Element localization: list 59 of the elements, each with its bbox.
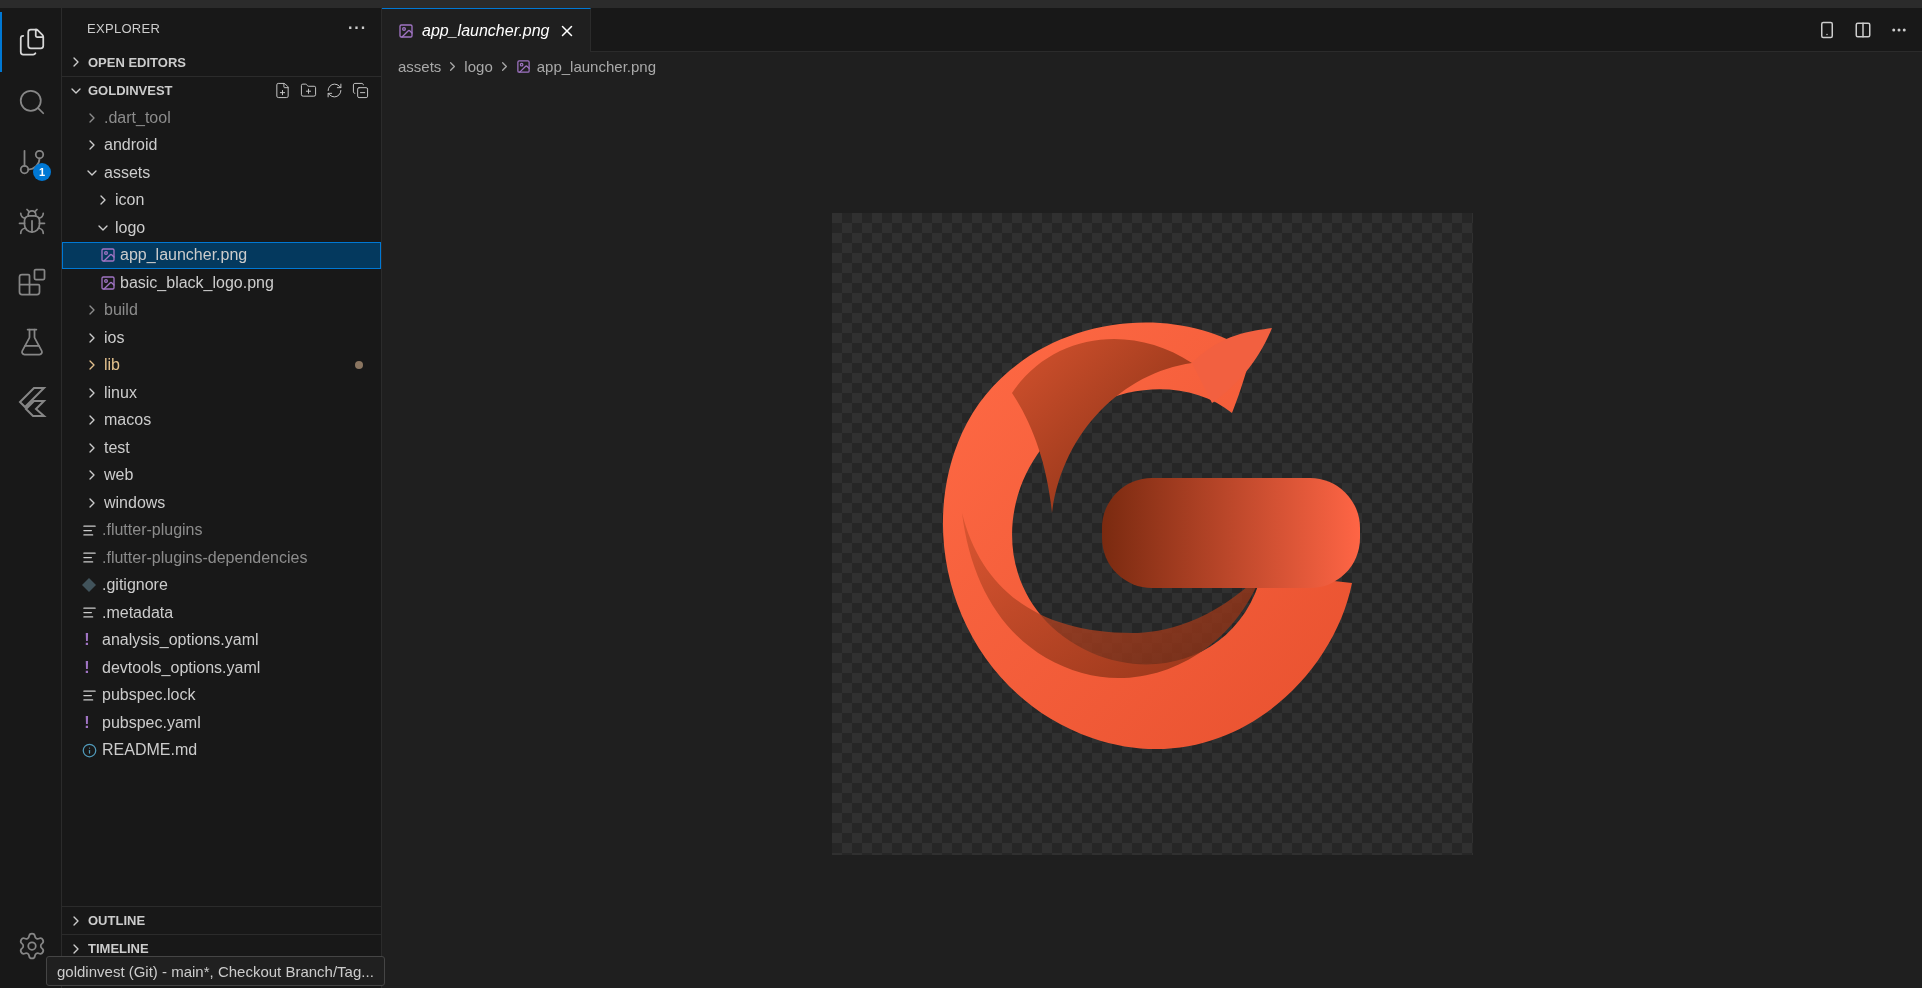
folder-item[interactable]: lib — [62, 351, 381, 379]
folder-item[interactable]: assets — [62, 159, 381, 187]
folder-item[interactable]: icon — [62, 186, 381, 214]
file-item[interactable]: ! devtools_options.yaml — [62, 654, 381, 682]
exclamation-icon: ! — [82, 658, 92, 677]
file-item[interactable]: .flutter-plugins — [62, 516, 381, 544]
folder-item[interactable]: macos — [62, 406, 381, 434]
bug-icon — [16, 207, 47, 237]
image-file-icon — [515, 58, 531, 74]
file-item[interactable]: app_launcher.png — [62, 241, 381, 269]
lines-icon — [82, 522, 97, 538]
new-folder-icon[interactable] — [300, 82, 317, 99]
file-item[interactable]: .metadata — [62, 599, 381, 627]
image-file-icon — [100, 247, 116, 264]
file-item[interactable]: basic_black_logo.png — [62, 269, 381, 297]
image-file-icon — [398, 22, 414, 39]
count-badge: 1 — [33, 163, 51, 181]
folder-item[interactable]: web — [62, 461, 381, 489]
folder-item[interactable]: build — [62, 296, 381, 324]
breadcrumb-item[interactable]: app_launcher.png — [536, 57, 656, 75]
section-title[interactable]: GOLDINVEST — [88, 83, 173, 98]
folder-item[interactable]: windows — [62, 489, 381, 517]
folder-item[interactable]: test — [62, 434, 381, 462]
folder-item[interactable]: .dart_tool — [62, 104, 381, 132]
collapse-icon[interactable] — [352, 82, 369, 99]
file-item[interactable]: ! pubspec.yaml — [62, 709, 381, 737]
section-title[interactable]: OUTLINE — [88, 913, 146, 928]
file-item[interactable]: .flutter-plugins-dependencies — [62, 544, 381, 572]
folder-item[interactable]: android — [62, 131, 381, 159]
lines-icon — [82, 687, 97, 703]
section-title[interactable]: TIMELINE — [88, 941, 149, 956]
phone-icon[interactable] — [1818, 20, 1836, 39]
flutter-icon — [16, 386, 47, 418]
file-item[interactable]: README.md — [62, 736, 381, 764]
folder-item[interactable]: ios — [62, 324, 381, 352]
folder-item[interactable]: linux — [62, 379, 381, 407]
split-icon[interactable] — [1854, 20, 1872, 39]
more-button[interactable]: ··· — [348, 19, 367, 37]
modified-dot — [355, 361, 363, 370]
file-item[interactable]: ! analysis_options.yaml — [62, 626, 381, 654]
lines-icon — [82, 550, 97, 566]
file-item[interactable]: .gitignore — [62, 571, 381, 599]
breadcrumb-item[interactable]: assets — [398, 57, 442, 75]
file-item[interactable]: pubspec.lock — [62, 681, 381, 709]
image-file-icon — [100, 274, 116, 291]
lines-icon — [82, 605, 97, 621]
new-file-icon[interactable] — [274, 82, 291, 99]
blocks-icon — [16, 267, 47, 297]
tooltip: goldinvest (Git) - main*, Checkout Branch/Tag... — [46, 956, 385, 986]
folder-item[interactable]: logo — [62, 214, 381, 242]
editor-tab[interactable]: app_launcher.png — [382, 8, 591, 52]
refresh-icon[interactable] — [326, 82, 343, 99]
breadcrumb-item[interactable]: logo — [464, 57, 493, 75]
section-title[interactable]: OPEN EDITORS — [88, 54, 186, 70]
diamond-icon — [82, 578, 96, 593]
info-icon — [82, 742, 97, 758]
exclamation-icon: ! — [82, 713, 92, 732]
exclamation-icon: ! — [82, 631, 92, 650]
sidebar-title: EXPLORER — [87, 20, 161, 36]
